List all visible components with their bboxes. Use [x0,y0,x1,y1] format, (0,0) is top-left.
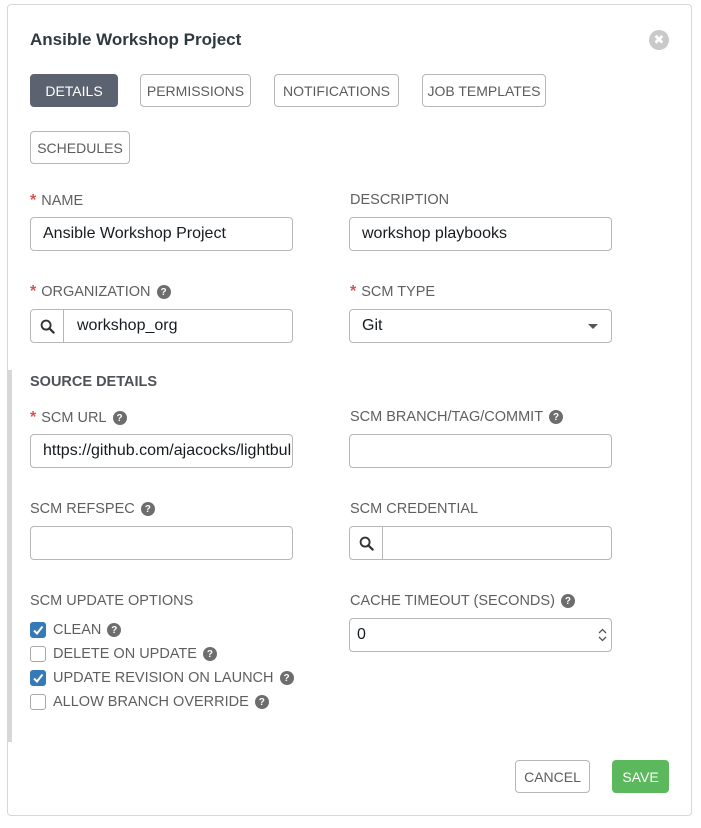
scm-update-options-label: SCM UPDATE OPTIONS [30,593,193,609]
scm-credential-input[interactable] [383,527,396,559]
organization-label: * ORGANIZATION ? [30,283,171,301]
scm-url-label: * SCM URL ? [30,409,127,427]
cache-timeout-label: CACHE TIMEOUT (SECONDS) ? [350,593,575,609]
number-spinner[interactable] [593,619,611,651]
required-marker: * [30,283,37,300]
checkbox-clean[interactable] [30,622,46,638]
option-update-revision-on-launch-label: UPDATE REVISION ON LAUNCH [53,670,274,686]
option-update-revision-on-launch[interactable]: UPDATE REVISION ON LAUNCH ? [30,670,294,686]
scm-update-options-label-text: SCM UPDATE OPTIONS [30,593,194,609]
required-marker: * [30,192,37,209]
tab-notifications[interactable]: NOTIFICATIONS [274,74,399,107]
scm-refspec-label: SCM REFSPEC ? [30,501,155,517]
tab-schedules[interactable]: SCHEDULES [30,131,130,164]
scm-credential-label: SCM CREDENTIAL [350,501,478,517]
help-icon[interactable]: ? [549,410,564,424]
scm-refspec-label-text: SCM REFSPEC [30,501,135,517]
scm-branch-input[interactable] [349,434,612,468]
dialog-title: Ansible Workshop Project [30,30,242,49]
scm-type-label: * SCM TYPE [350,283,435,301]
help-icon[interactable]: ? [279,671,294,685]
option-allow-branch-override[interactable]: ALLOW BRANCH OVERRIDE ? [30,694,269,710]
search-icon[interactable] [31,310,64,342]
scm-type-label-text: SCM TYPE [361,284,436,300]
organization-lookup: workshop_org [30,309,293,343]
help-icon[interactable]: ? [156,285,171,299]
scm-type-select[interactable]: Git [349,309,612,343]
name-input[interactable]: Ansible Workshop Project [30,217,293,251]
organization-label-text: ORGANIZATION [41,284,151,300]
chevron-down-icon [598,636,606,642]
required-marker: * [350,283,357,300]
option-clean[interactable]: CLEAN ? [30,622,122,638]
description-label: DESCRIPTION [350,192,449,208]
scm-credential-lookup [349,526,612,560]
section-indicator-bar [7,370,12,742]
checkbox-delete-on-update[interactable] [30,646,46,662]
tab-details[interactable]: DETAILS [30,74,118,107]
name-label: * NAME [30,192,83,210]
option-delete-on-update[interactable]: DELETE ON UPDATE ? [30,646,217,662]
cache-timeout-value: 0 [357,626,366,643]
close-icon[interactable]: ✖ [649,30,669,50]
scm-url-input[interactable]: https://github.com/ajacocks/lightbulb [30,434,293,468]
required-marker: * [30,409,37,426]
help-icon[interactable]: ? [560,594,575,608]
checkbox-allow-branch-override[interactable] [30,694,46,710]
help-icon[interactable]: ? [112,411,127,425]
scm-url-label-text: SCM URL [41,410,107,426]
option-allow-branch-override-label: ALLOW BRANCH OVERRIDE [53,694,249,710]
organization-input[interactable]: workshop_org [64,310,178,342]
scm-branch-label: SCM BRANCH/TAG/COMMIT ? [350,409,564,425]
chevron-down-icon [588,324,598,329]
search-icon[interactable] [350,527,383,559]
scm-type-value: Git [362,317,383,334]
cancel-button[interactable]: CANCEL [515,760,590,793]
description-input[interactable]: workshop playbooks [349,217,612,251]
help-icon[interactable]: ? [107,623,122,637]
scm-credential-label-text: SCM CREDENTIAL [350,501,479,517]
scm-refspec-input[interactable] [30,526,293,560]
checkbox-update-revision-on-launch[interactable] [30,670,46,686]
scm-branch-label-text: SCM BRANCH/TAG/COMMIT [350,409,544,425]
description-label-text: DESCRIPTION [350,192,450,208]
chevron-up-icon [598,628,606,634]
tab-job-templates[interactable]: JOB TEMPLATES [422,74,546,107]
tab-permissions[interactable]: PERMISSIONS [140,74,251,107]
option-delete-on-update-label: DELETE ON UPDATE [53,646,197,662]
cache-timeout-label-text: CACHE TIMEOUT (SECONDS) [350,593,555,609]
option-clean-label: CLEAN [53,622,102,638]
help-icon[interactable]: ? [202,647,217,661]
source-details-title: SOURCE DETAILS [30,374,158,390]
name-label-text: NAME [41,193,84,209]
save-button[interactable]: SAVE [612,760,669,793]
help-icon[interactable]: ? [254,695,269,709]
help-icon[interactable]: ? [140,502,155,516]
cache-timeout-input[interactable]: 0 [349,618,612,652]
